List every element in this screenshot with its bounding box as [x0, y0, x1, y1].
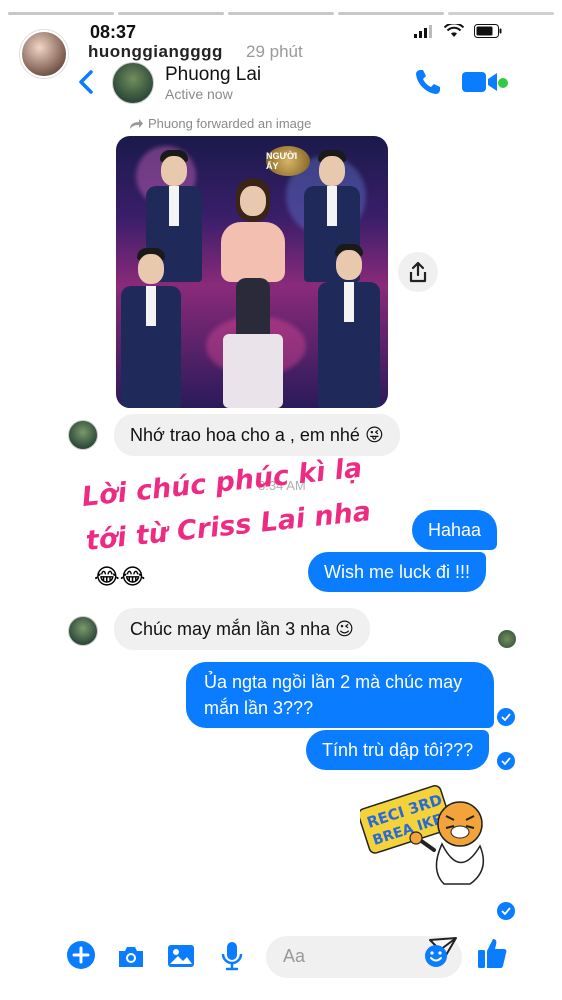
contact-avatar-small[interactable]: [68, 616, 98, 646]
delivered-check-icon: [497, 902, 515, 920]
delivered-check-icon: [497, 752, 515, 770]
plus-icon[interactable]: [66, 940, 96, 970]
back-icon[interactable]: [72, 66, 100, 98]
person: [216, 174, 290, 408]
story-progress-segment: [118, 12, 224, 15]
person: [120, 240, 182, 408]
story-progress-segment: [8, 12, 114, 15]
seen-avatar: [498, 630, 516, 648]
story-progress-segment: [228, 12, 334, 15]
like-icon[interactable]: [476, 936, 508, 970]
gallery-icon[interactable]: [166, 943, 196, 969]
outgoing-message[interactable]: Wish me luck đi !!!: [308, 552, 487, 592]
delivered-check-icon: [497, 708, 515, 726]
status-time: 08:37: [90, 22, 137, 42]
forward-arrow-icon: [130, 118, 143, 129]
contact-name[interactable]: Phuong Lai: [165, 64, 261, 86]
tiger-sticker[interactable]: RECI 3RD BREA IKER: [360, 780, 500, 890]
battery-icon: [474, 24, 502, 38]
incoming-message[interactable]: Nhớ trao hoa cho a , em nhé 😜: [114, 414, 400, 456]
camera-icon[interactable]: [116, 944, 146, 970]
forwarded-image[interactable]: NGƯỜI ẤY: [116, 136, 388, 408]
signal-icon: [414, 25, 432, 38]
phone-icon[interactable]: [412, 66, 444, 98]
contact-status: Active now: [165, 86, 233, 102]
contact-avatar[interactable]: [112, 62, 154, 104]
message-input-placeholder: Aa: [283, 946, 306, 966]
person: [316, 236, 382, 408]
story-progress: [8, 12, 554, 15]
video-camera-icon[interactable]: [460, 68, 500, 96]
wifi-icon: [444, 24, 464, 37]
forward-note-text: Phuong forwarded an image: [148, 116, 312, 131]
story-overlay-emoji: 😂😂: [94, 564, 146, 589]
outgoing-message[interactable]: Hahaa: [412, 510, 498, 550]
outgoing-message[interactable]: Ủa ngta ngồi lần 2 mà chúc may mắn lần 3…: [186, 662, 494, 728]
share-button[interactable]: [398, 252, 438, 292]
online-indicator: [498, 78, 508, 88]
story-time: 29 phút: [246, 42, 303, 61]
emoji-icon[interactable]: [424, 944, 448, 968]
incoming-message[interactable]: Chúc may mắn lần 3 nha 😉: [114, 608, 370, 650]
microphone-icon[interactable]: [220, 940, 244, 972]
outgoing-message[interactable]: Tính trù dập tôi???: [306, 730, 490, 770]
share-icon: [409, 261, 427, 283]
forward-note: Phuong forwarded an image: [128, 116, 311, 131]
contact-avatar-small[interactable]: [68, 420, 98, 450]
story-progress-segment: [448, 12, 554, 15]
status-icons: [414, 24, 502, 38]
story-screen: 08:37 huonggiangggg 29 phút Phuong Lai A…: [0, 0, 562, 1000]
story-progress-segment: [338, 12, 444, 15]
story-avatar[interactable]: [20, 30, 68, 78]
story-username[interactable]: huonggiangggg: [88, 42, 223, 62]
